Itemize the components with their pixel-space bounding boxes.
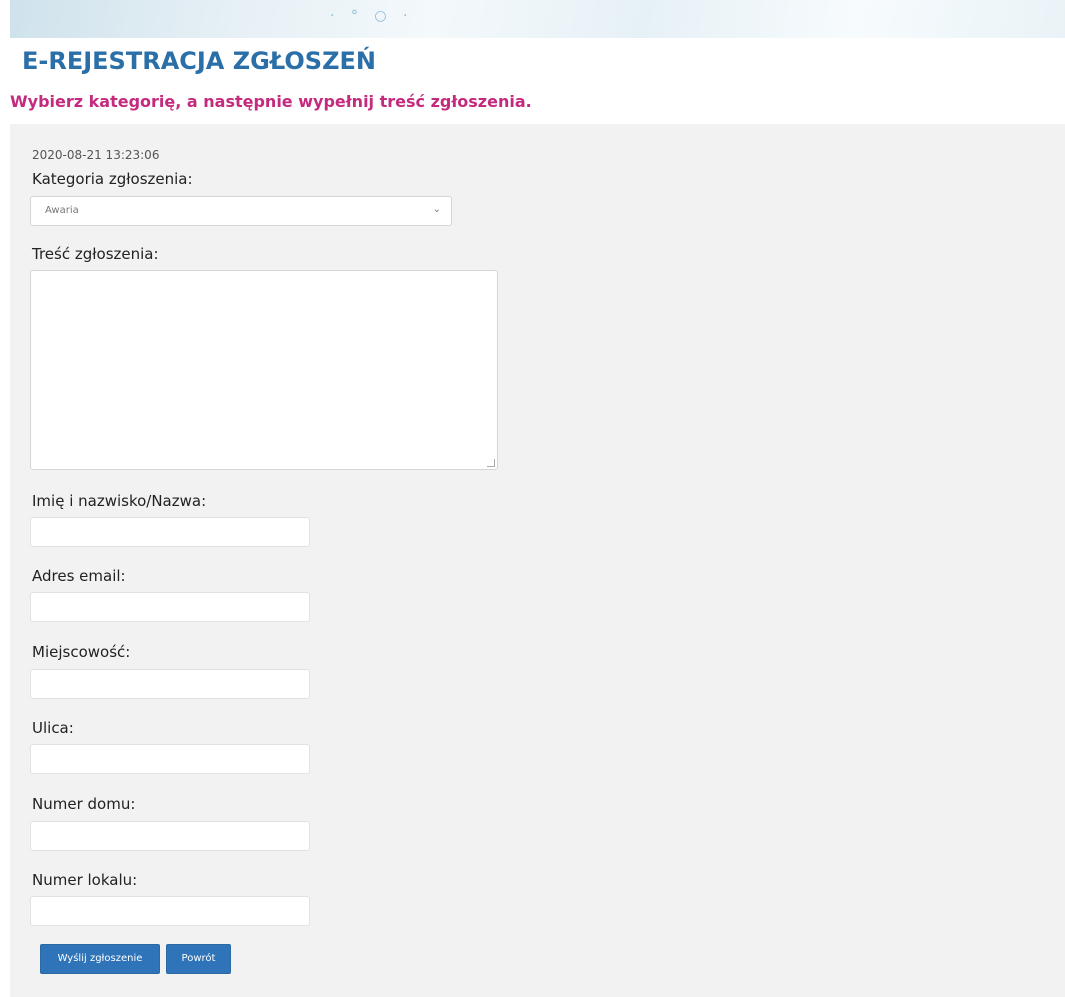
form-panel: 2020-08-21 13:23:06 Kategoria zgłoszenia…: [10, 124, 1065, 997]
resize-handle-icon[interactable]: [487, 459, 495, 467]
header-banner: · ° ○ ·: [10, 0, 1065, 38]
timestamp: 2020-08-21 13:23:06: [32, 148, 160, 162]
street-input[interactable]: [30, 744, 310, 774]
chevron-down-icon: ⌄: [432, 204, 441, 215]
street-label: Ulica:: [32, 719, 74, 737]
submit-button[interactable]: Wyślij zgłoszenie: [40, 944, 160, 974]
apartment-number-input[interactable]: [30, 896, 310, 926]
category-select-value: Awaria: [45, 205, 79, 216]
house-number-label: Numer domu:: [32, 795, 136, 813]
content-textarea[interactable]: [30, 270, 498, 470]
banner-decoration: · ° ○ ·: [330, 8, 414, 24]
back-button[interactable]: Powrót: [166, 944, 231, 974]
page-subtitle: Wybierz kategorię, a następnie wypełnij …: [10, 92, 532, 111]
category-select[interactable]: Awaria ⌄: [30, 196, 452, 226]
apartment-number-label: Numer lokalu:: [32, 871, 138, 889]
content-label: Treść zgłoszenia:: [32, 245, 159, 263]
email-input[interactable]: [30, 592, 310, 622]
name-label: Imię i nazwisko/Nazwa:: [32, 492, 207, 510]
category-label: Kategoria zgłoszenia:: [32, 170, 193, 188]
name-input[interactable]: [30, 517, 310, 547]
city-label: Miejscowość:: [32, 643, 131, 661]
page-title: E-REJESTRACJA ZGŁOSZEŃ: [22, 47, 376, 75]
house-number-input[interactable]: [30, 821, 310, 851]
email-label: Adres email:: [32, 567, 126, 585]
city-input[interactable]: [30, 669, 310, 699]
